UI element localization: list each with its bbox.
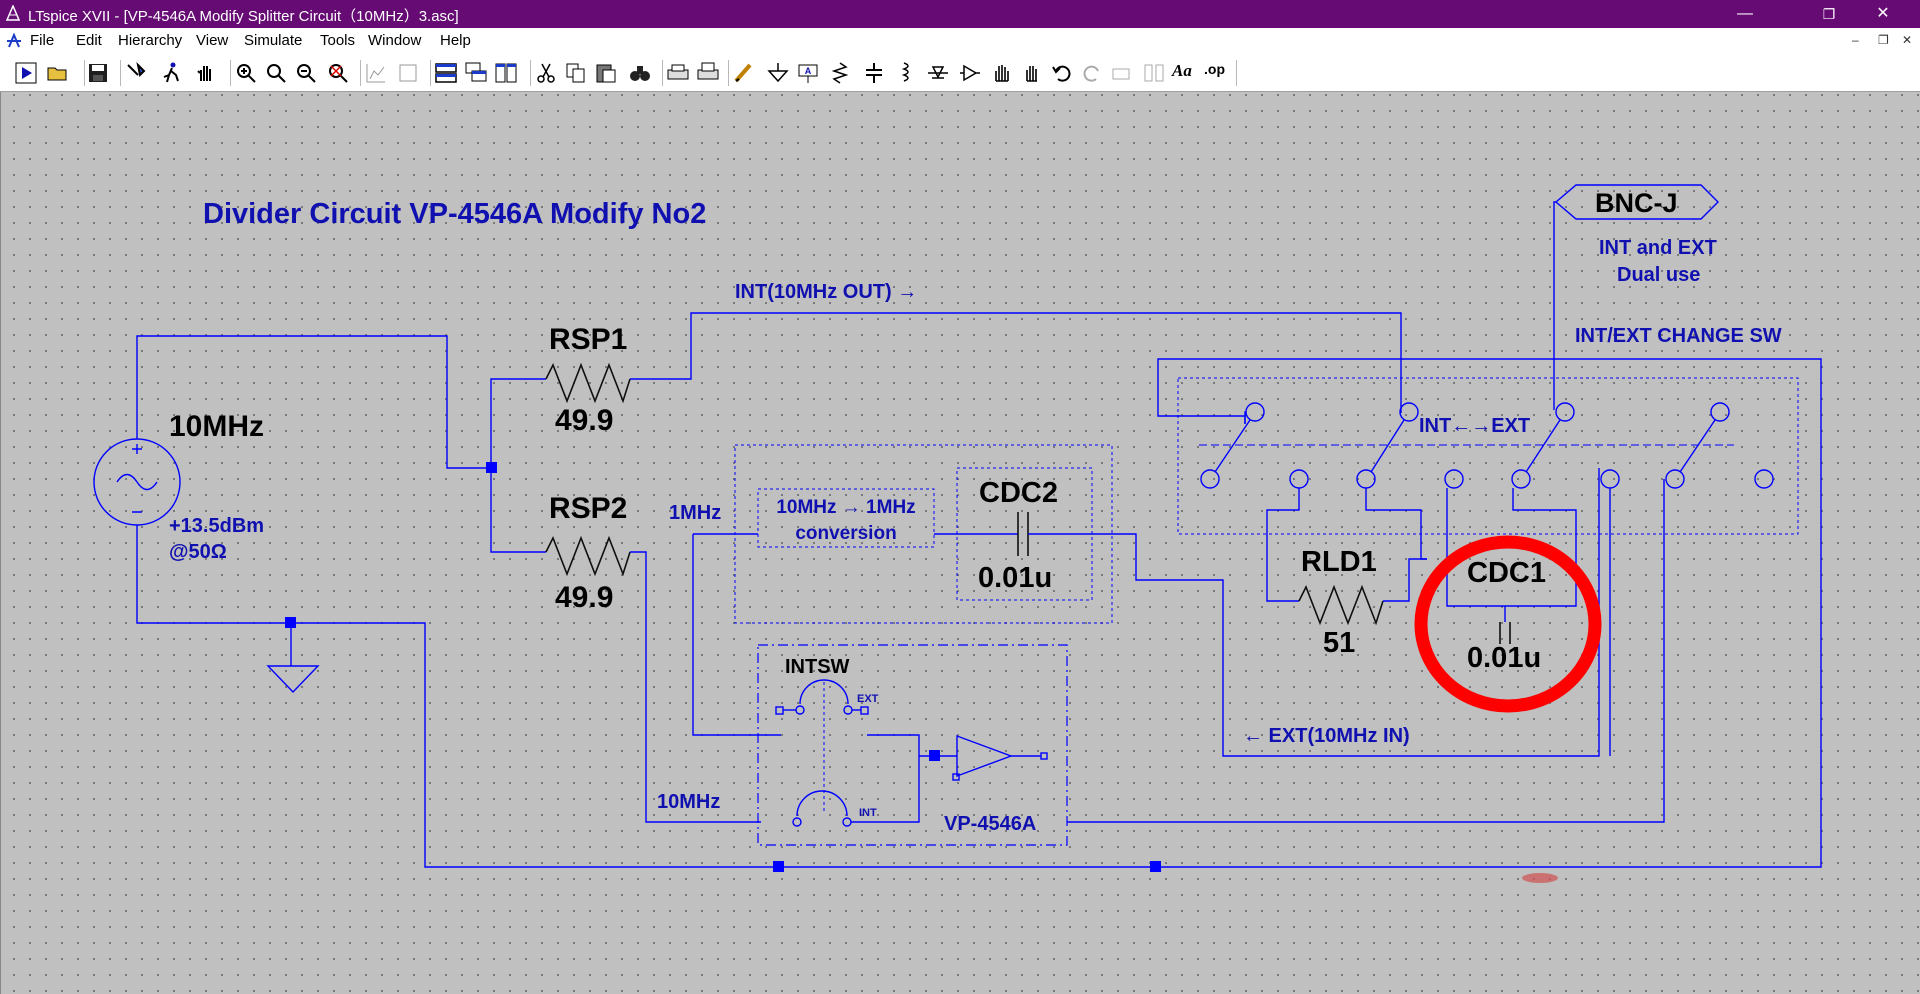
vp4546a-label[interactable]: VP-4546A <box>944 813 1036 835</box>
wire-icon[interactable] <box>732 61 756 85</box>
menu-tools[interactable]: Tools <box>320 32 355 49</box>
fit-icon[interactable] <box>396 61 420 85</box>
schematic-canvas[interactable]: .w{stroke:#0000ff;stroke-width:1.4;fill:… <box>0 92 1920 994</box>
print-setup-icon[interactable] <box>666 61 690 85</box>
menu-edit[interactable]: Edit <box>76 32 102 49</box>
spice-directive-icon[interactable]: .op <box>1204 61 1228 85</box>
source-name[interactable]: 10MHz <box>169 410 264 443</box>
label-net-icon[interactable]: A <box>796 61 820 85</box>
menu-help[interactable]: Help <box>440 32 471 49</box>
print-icon[interactable] <box>696 61 720 85</box>
move-icon[interactable] <box>990 61 1014 85</box>
paste-icon[interactable] <box>594 61 618 85</box>
source-impedance[interactable]: @50Ω <box>169 541 227 563</box>
window-title: LTspice XVII - [VP-4546A Modify Splitter… <box>28 8 459 25</box>
control-panel-icon[interactable] <box>124 61 148 85</box>
ext-in-label[interactable]: ← EXT(10MHz IN) <box>1243 725 1410 747</box>
close-button[interactable]: ✕ <box>1860 0 1906 28</box>
cut-icon[interactable] <box>534 61 558 85</box>
resistor-icon[interactable] <box>828 61 852 85</box>
change-sw-label[interactable]: INT/EXT CHANGE SW <box>1575 325 1782 347</box>
run-icon[interactable] <box>14 61 38 85</box>
rsp1-name[interactable]: RSP1 <box>549 323 627 356</box>
menu-file[interactable]: File <box>30 32 54 49</box>
document-icon[interactable] <box>6 33 22 49</box>
component-icon[interactable] <box>958 61 982 85</box>
schematic-title[interactable]: Divider Circuit VP-4546A Modify No2 <box>203 198 706 230</box>
bnc-desc1[interactable]: INT and EXT <box>1599 237 1717 259</box>
autorange-icon[interactable] <box>364 61 388 85</box>
red-mark <box>1522 873 1558 883</box>
menu-window[interactable]: Window <box>368 32 421 49</box>
int-out-label[interactable]: INT(10MHz OUT) → <box>735 281 917 303</box>
rsp1-value[interactable]: 49.9 <box>555 404 613 437</box>
zoom-out-icon[interactable] <box>294 61 318 85</box>
mirror-icon[interactable] <box>1142 61 1166 85</box>
open-icon[interactable] <box>46 61 70 85</box>
drag-icon[interactable] <box>1020 61 1044 85</box>
tile-horizontal-icon[interactable] <box>434 61 458 85</box>
conversion-line2[interactable]: conversion <box>795 523 896 544</box>
cdc1-name[interactable]: CDC1 <box>1467 557 1546 589</box>
ground-symbol[interactable] <box>266 665 320 694</box>
buffer-amp[interactable] <box>940 734 1048 781</box>
bnc-name[interactable]: BNC-J <box>1595 188 1678 218</box>
copy-icon[interactable] <box>564 61 588 85</box>
restore-button[interactable]: ❐ <box>1806 0 1852 28</box>
bnc-j-connector[interactable] <box>1553 184 1719 410</box>
text-icon[interactable]: Aa <box>1172 61 1196 85</box>
minimize-button[interactable]: — <box>1722 0 1768 28</box>
ten-mhz-label[interactable]: 10MHz <box>657 791 720 813</box>
source-level[interactable]: +13.5dBm <box>169 515 264 537</box>
capacitor-icon[interactable] <box>862 61 886 85</box>
ltspice-icon <box>6 5 20 21</box>
cdc1-value[interactable]: 0.01u <box>1467 642 1541 674</box>
mdi-minimize-button[interactable]: ‒ <box>1852 33 1859 47</box>
rsp2-name[interactable]: RSP2 <box>549 492 627 525</box>
intsw-int-label[interactable]: INT <box>859 807 877 819</box>
svg-text:A: A <box>805 66 812 76</box>
mdi-close-button[interactable]: ✕ <box>1902 33 1912 47</box>
rsp2-value[interactable]: 49.9 <box>555 581 613 614</box>
intsw-ext-label[interactable]: EXT <box>857 693 879 705</box>
rld1-value[interactable]: 51 <box>1323 627 1355 659</box>
cascade-icon[interactable] <box>464 61 488 85</box>
find-icon[interactable] <box>628 61 652 85</box>
halt-icon[interactable] <box>160 61 184 85</box>
intsw-name[interactable]: INTSW <box>785 656 850 678</box>
title-bar: LTspice XVII - [VP-4546A Modify Splitter… <box>0 0 1920 28</box>
toolbar: A Aa .op <box>0 55 1920 92</box>
zoom-cancel-icon[interactable] <box>326 61 350 85</box>
tile-vertical-icon[interactable] <box>494 61 518 85</box>
voltage-source[interactable] <box>93 438 181 526</box>
pan-icon[interactable] <box>194 61 218 85</box>
diode-icon[interactable] <box>926 61 950 85</box>
int-ext-label[interactable]: INT←→EXT <box>1419 415 1530 437</box>
undo-icon[interactable] <box>1050 61 1074 85</box>
redo-icon[interactable] <box>1080 61 1104 85</box>
zoom-in-icon[interactable] <box>234 61 258 85</box>
menu-hierarchy[interactable]: Hierarchy <box>118 32 182 49</box>
rotate-icon[interactable] <box>1110 61 1134 85</box>
intsw-switch[interactable] <box>775 679 869 827</box>
cdc2-name[interactable]: CDC2 <box>979 477 1058 509</box>
zoom-area-icon[interactable] <box>264 61 288 85</box>
menu-view[interactable]: View <box>196 32 228 49</box>
bnc-desc2[interactable]: Dual use <box>1617 264 1700 286</box>
cdc2-value[interactable]: 0.01u <box>978 562 1052 594</box>
inductor-icon[interactable] <box>894 61 918 85</box>
save-icon[interactable] <box>86 61 110 85</box>
schematic-drawing: .w{stroke:#0000ff;stroke-width:1.4;fill:… <box>93 184 1822 883</box>
ground-icon[interactable] <box>766 61 790 85</box>
rld1-name[interactable]: RLD1 <box>1301 546 1377 578</box>
conversion-line1[interactable]: 10MHz → 1MHz <box>776 497 915 518</box>
one-mhz-label[interactable]: 1MHz <box>669 502 721 524</box>
mdi-restore-button[interactable]: ❐ <box>1878 33 1889 47</box>
menu-simulate[interactable]: Simulate <box>244 32 302 49</box>
menu-bar: File Edit Hierarchy View Simulate Tools … <box>0 28 1920 55</box>
